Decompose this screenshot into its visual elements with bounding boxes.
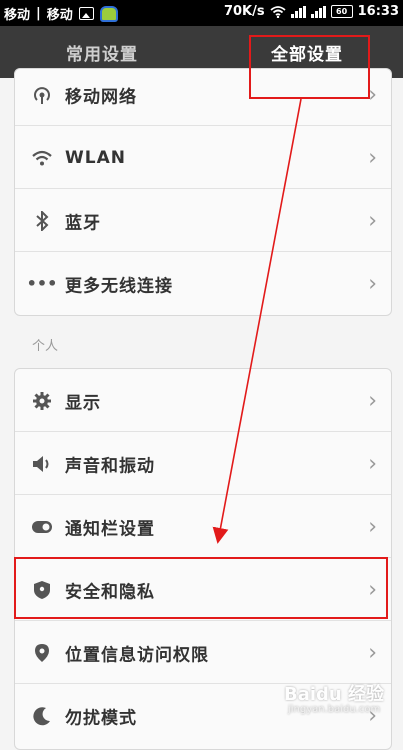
toggle-icon xyxy=(31,516,53,538)
list-item-display[interactable]: 显示 › xyxy=(15,369,391,432)
list-item-sound-vibration[interactable]: 声音和振动 › xyxy=(15,432,391,495)
list-item-label: 蓝牙 xyxy=(65,213,101,233)
list-item-bluetooth[interactable]: 蓝牙 › xyxy=(15,189,391,252)
list-item-label: 显示 xyxy=(65,393,101,413)
wifi-status-icon xyxy=(270,5,286,18)
antenna-icon xyxy=(31,84,53,106)
clock: 16:33 xyxy=(357,4,399,19)
list-item-wlan[interactable]: WLAN › xyxy=(15,126,391,189)
chevron-right-icon: › xyxy=(368,271,377,296)
battery-icon: 60 xyxy=(330,5,353,18)
list-item-label: 位置信息访问权限 xyxy=(65,645,209,665)
carrier-label-2: 移动 xyxy=(46,8,73,23)
android-notification-icon xyxy=(99,5,118,22)
wifi-icon xyxy=(31,147,53,169)
list-item-label: 移动网络 xyxy=(65,87,137,107)
list-item-label: 更多无线连接 xyxy=(65,276,173,296)
annotation-box-all-settings xyxy=(249,35,370,99)
watermark-logo: Baidu 经验 xyxy=(284,684,385,705)
moon-icon xyxy=(31,705,53,727)
net-speed: 70K/s xyxy=(223,4,265,19)
chevron-right-icon: › xyxy=(368,451,377,476)
carrier-divider: | xyxy=(36,6,41,21)
chevron-right-icon: › xyxy=(368,640,377,665)
chevron-right-icon: › xyxy=(368,388,377,413)
speaker-icon xyxy=(31,453,53,475)
chevron-right-icon: › xyxy=(368,208,377,233)
list-item-more-wireless[interactable]: ••• 更多无线连接 › xyxy=(15,252,391,315)
tab-common-settings[interactable]: 常用设置 xyxy=(66,40,138,65)
list-item-label: 勿扰模式 xyxy=(65,708,137,728)
wireless-settings-card: 移动网络 › WLAN › 蓝牙 › ••• 更多无线连接 › xyxy=(14,68,392,316)
annotation-box-security-privacy xyxy=(14,557,388,619)
signal-2-icon xyxy=(310,5,326,18)
bluetooth-icon xyxy=(31,210,53,232)
list-item-label: 通知栏设置 xyxy=(65,519,155,539)
chevron-right-icon: › xyxy=(368,514,377,539)
carrier-label: 移动 xyxy=(4,8,31,23)
status-bar: 移动 | 移动 70K/s 60 16:33 xyxy=(0,0,403,26)
gear-icon xyxy=(31,390,53,412)
image-notification-icon xyxy=(78,7,94,20)
location-pin-icon xyxy=(31,642,53,664)
signal-1-icon xyxy=(290,5,306,18)
section-title-personal: 个人 xyxy=(32,339,59,354)
chevron-right-icon: › xyxy=(368,145,377,170)
watermark-url: jingyan.baidu.com xyxy=(288,704,381,715)
list-item-label: 声音和振动 xyxy=(65,456,155,476)
more-dots-icon: ••• xyxy=(26,274,58,293)
list-item-label: WLAN xyxy=(65,147,126,168)
list-item-notification-bar[interactable]: 通知栏设置 › xyxy=(15,495,391,558)
list-item-location-access[interactable]: 位置信息访问权限 › xyxy=(15,621,391,684)
